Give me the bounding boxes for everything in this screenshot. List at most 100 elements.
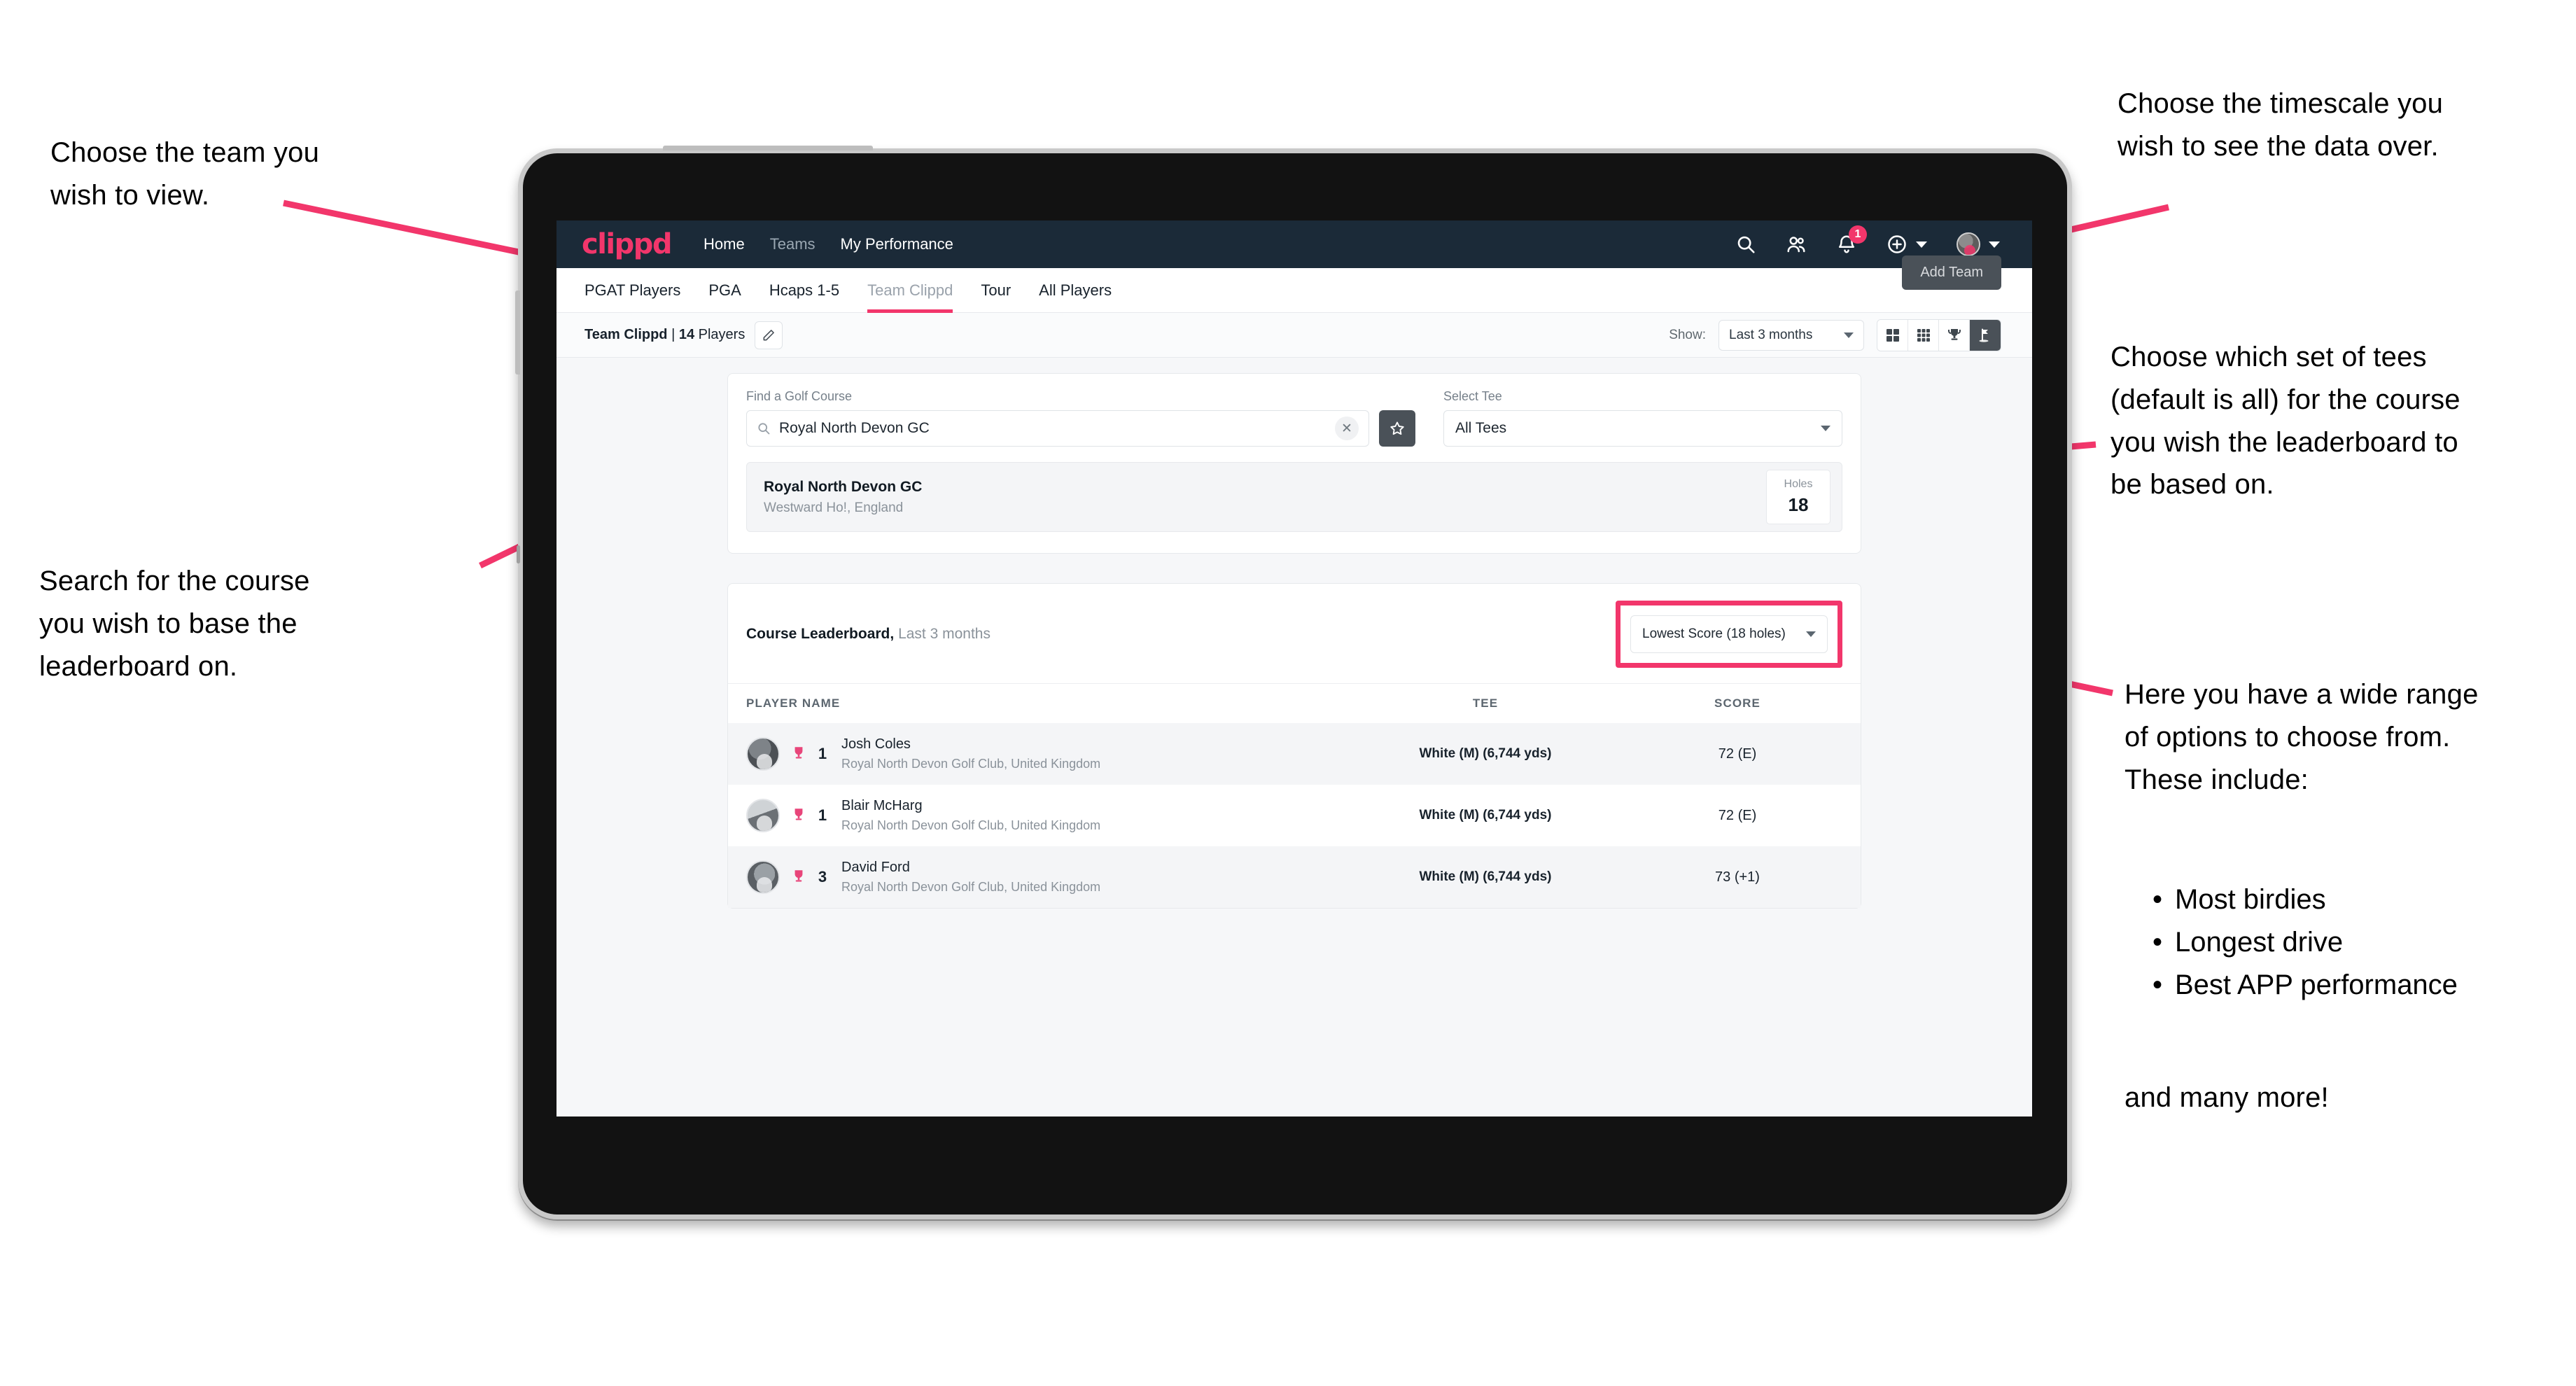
chevron-down-icon[interactable]: [1916, 241, 1927, 248]
player-name: Josh Coles: [841, 736, 911, 752]
plus-circle-icon[interactable]: [1886, 234, 1907, 255]
timescale-value: Last 3 months: [1729, 327, 1813, 342]
avatar: [746, 799, 780, 832]
clippd-logo[interactable]: clippd: [582, 228, 673, 260]
player-info: Blair McHarg Royal North Devon Golf Club…: [841, 798, 1100, 833]
player-cell: 3 David Ford Royal North Devon Golf Club…: [746, 860, 1338, 895]
avatar: [746, 860, 780, 894]
player-cell: 1 Josh Coles Royal North Devon Golf Club…: [746, 736, 1338, 771]
player-rank: 1: [818, 745, 827, 762]
leaderboard-sort-value: Lowest Score (18 holes): [1642, 626, 1786, 641]
leaderboard-sort-highlight: Lowest Score (18 holes): [1616, 601, 1842, 668]
view-toggle-trophy[interactable]: [1939, 319, 1970, 351]
player-tee: White (M) (6,744 yds): [1419, 746, 1552, 761]
leaderboard-sort-select[interactable]: Lowest Score (18 holes): [1630, 615, 1828, 653]
leaderboard-title: Course Leaderboard, Last 3 months: [746, 626, 990, 643]
player-club: Royal North Devon Golf Club, United King…: [841, 880, 1101, 894]
view-toggle-course[interactable]: [1970, 319, 2001, 351]
edit-team-button[interactable]: [755, 321, 783, 349]
chevron-down-icon: [1844, 332, 1854, 338]
course-field-label: Find a Golf Course: [746, 389, 853, 403]
tab-tour[interactable]: Tour: [981, 268, 1011, 313]
nav-link-teams[interactable]: Teams: [770, 235, 816, 253]
camera-dot: [517, 545, 520, 564]
column-player-name: PLAYER NAME: [746, 696, 841, 710]
tee-field-label: Select Tee: [1443, 389, 1502, 403]
separator: |: [667, 327, 679, 342]
chevron-down-icon: [1806, 631, 1816, 637]
player-score: 73 (+1): [1715, 869, 1760, 885]
search-fields: Find a Golf Course Royal North Devon GC …: [746, 389, 1842, 447]
trophy-icon: [794, 747, 803, 759]
player-tee: White (M) (6,744 yds): [1419, 808, 1552, 822]
player-count: 14: [678, 327, 695, 342]
nav-link-home[interactable]: Home: [704, 235, 745, 253]
chevron-down-icon[interactable]: [1989, 241, 2000, 248]
user-menu[interactable]: [1956, 232, 2000, 256]
tablet-screen: clippd Home Teams My Performance 1 PGAT …: [556, 220, 2032, 1116]
view-toggle-grid-small[interactable]: [1908, 319, 1939, 351]
show-label: Show:: [1669, 327, 1706, 342]
table-row[interactable]: 1 Blair McHarg Royal North Devon Golf Cl…: [728, 785, 1861, 846]
player-info: David Ford Royal North Devon Golf Club, …: [841, 860, 1100, 895]
leaderboard-title-main: Course Leaderboard,: [746, 626, 895, 642]
trophy-icon: [794, 808, 803, 820]
player-tee: White (M) (6,744 yds): [1419, 869, 1552, 884]
course-search-card: Find a Golf Course Royal North Devon GC …: [727, 373, 1861, 554]
tab-pgat-players[interactable]: PGAT Players: [584, 268, 680, 313]
table-row[interactable]: 3 David Ford Royal North Devon Golf Club…: [728, 846, 1861, 908]
tab-pga[interactable]: PGA: [708, 268, 741, 313]
grid-large-icon: [1886, 328, 1899, 342]
timescale-select[interactable]: Last 3 months: [1718, 319, 1864, 351]
search-icon[interactable]: [1735, 234, 1756, 255]
tab-team-clippd[interactable]: Team Clippd: [867, 268, 953, 313]
star-icon: [1390, 421, 1404, 435]
holes-badge: Holes 18: [1766, 470, 1830, 524]
main-nav-links: Home Teams My Performance: [704, 235, 953, 253]
bell-icon[interactable]: 1: [1836, 225, 1867, 255]
table-row[interactable]: 1 Josh Coles Royal North Devon Golf Club…: [728, 723, 1861, 785]
screenshot-root: Choose the team you wish to view. Search…: [0, 0, 2576, 1386]
people-icon[interactable]: [1786, 234, 1807, 255]
leaderboard-title-sub: Last 3 months: [894, 626, 990, 642]
course-search-value: Royal North Devon GC: [779, 420, 930, 436]
course-result-name: Royal North Devon GC: [764, 478, 923, 495]
team-tab-bar: PGAT Players PGA Hcaps 1-5 Team Clippd T…: [556, 255, 2032, 313]
view-toggle-group: [1877, 318, 2001, 351]
avatar: [746, 737, 780, 771]
player-score: 72 (E): [1718, 746, 1757, 762]
player-info: Josh Coles Royal North Devon Golf Club, …: [841, 736, 1100, 771]
tablet-device-frame: clippd Home Teams My Performance 1 PGAT …: [515, 146, 2072, 1219]
team-summary-label: Team Clippd | 14 Players: [584, 327, 745, 343]
tee-field: Select Tee All Tees: [1443, 389, 1842, 447]
avatar[interactable]: [1956, 232, 1980, 256]
golf-flag-icon: [1979, 328, 1989, 342]
player-rank: 3: [818, 868, 827, 886]
course-result-row[interactable]: Royal North Devon GC Westward Ho!, Engla…: [746, 462, 1842, 532]
tab-all-players[interactable]: All Players: [1039, 268, 1112, 313]
course-search-input[interactable]: Royal North Devon GC ✕: [746, 410, 1369, 447]
tab-hcaps-1-5[interactable]: Hcaps 1-5: [769, 268, 839, 313]
add-team-button[interactable]: Add Team: [1902, 255, 2001, 290]
page-content: Find a Golf Course Royal North Devon GC …: [556, 358, 2032, 909]
course-leaderboard-card: Course Leaderboard, Last 3 months Lowest…: [727, 583, 1861, 909]
nav-link-my-performance[interactable]: My Performance: [841, 235, 953, 253]
team-name: Team Clippd: [584, 327, 668, 342]
favourite-course-button[interactable]: [1379, 410, 1415, 447]
player-score: 72 (E): [1718, 807, 1757, 823]
grid-small-icon: [1917, 328, 1930, 342]
navbar-actions: 1: [1735, 225, 2000, 256]
chevron-down-icon: [1821, 426, 1830, 431]
holes-label: Holes: [1784, 478, 1813, 490]
top-navbar: clippd Home Teams My Performance 1: [556, 220, 2032, 268]
players-label: Players: [694, 327, 746, 342]
view-toggle-grid-large[interactable]: [1877, 319, 1908, 351]
player-name: David Ford: [841, 860, 910, 875]
tee-select[interactable]: All Tees: [1443, 410, 1842, 447]
column-tee: TEE: [1472, 696, 1499, 710]
close-icon[interactable]: ✕: [1335, 416, 1359, 440]
add-menu[interactable]: [1886, 234, 1927, 255]
trophy-icon: [794, 870, 803, 882]
holes-value: 18: [1788, 494, 1809, 515]
column-score: SCORE: [1714, 696, 1760, 710]
